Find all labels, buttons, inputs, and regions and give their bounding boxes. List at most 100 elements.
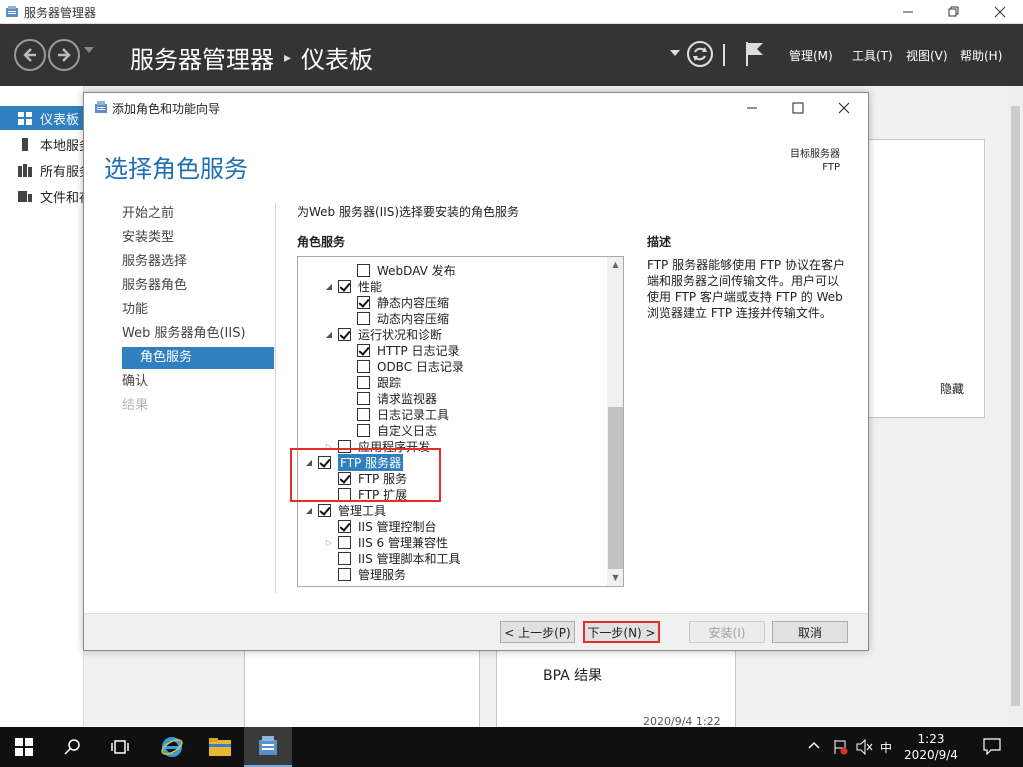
folder-icon: [209, 738, 231, 756]
scrollbar-thumb[interactable]: [608, 407, 623, 569]
step-role-services[interactable]: 角色服务: [122, 347, 274, 369]
menu-tools[interactable]: 工具(T): [852, 47, 893, 64]
role-services-tree[interactable]: WebDAV 发布 ◢ 性能 静态内容压缩 动态内容压缩 ◢ 运行状况和诊断 HTTP 日志记…: [297, 256, 624, 587]
tree-item[interactable]: HTTP 日志记录: [343, 342, 460, 358]
next-button[interactable]: 下一步(N) >: [583, 621, 660, 643]
search-button[interactable]: [48, 727, 96, 767]
show-hidden-icons[interactable]: [808, 739, 820, 753]
tree-item[interactable]: 请求监视器: [343, 390, 437, 406]
tree-checkbox[interactable]: [338, 551, 351, 565]
history-dropdown[interactable]: [84, 46, 94, 57]
forward-button[interactable]: [48, 39, 80, 71]
wizard-close-button[interactable]: [821, 93, 867, 123]
internet-explorer-icon: [161, 737, 183, 757]
tree-checkbox[interactable]: [338, 567, 351, 581]
search-icon: [64, 739, 80, 755]
minimize-button[interactable]: [885, 0, 931, 24]
tree-item[interactable]: ODBC 日志记录: [343, 358, 464, 374]
collapse-triangle-icon[interactable]: ▷: [324, 538, 334, 547]
sidebar-item-file-storage[interactable]: 文件和存储服务: [0, 184, 84, 208]
tree-item[interactable]: ◢ 性能: [324, 278, 382, 294]
tree-checkbox[interactable]: [338, 519, 351, 533]
tree-item[interactable]: ◢ 运行状况和诊断: [324, 326, 442, 342]
flag-icon: [834, 740, 848, 755]
tree-item[interactable]: 动态内容压缩: [343, 310, 449, 326]
step-server-roles[interactable]: 服务器角色: [122, 275, 274, 297]
tree-item[interactable]: ◢ 管理工具: [304, 502, 386, 518]
step-features[interactable]: 功能: [122, 299, 274, 321]
taskbar-server-manager[interactable]: [244, 727, 292, 767]
scroll-down-button[interactable]: ▼: [607, 570, 623, 586]
tree-item[interactable]: 静态内容压缩: [343, 294, 449, 310]
tree-item[interactable]: ▷ IIS 6 管理兼容性: [324, 534, 448, 550]
tree-scrollbar[interactable]: ▲ ▼: [607, 257, 623, 586]
bpa-results-label[interactable]: BPA 结果: [543, 665, 602, 685]
ime-indicator[interactable]: 中: [880, 739, 892, 756]
breadcrumb-separator: ▸: [284, 49, 292, 66]
tree-item[interactable]: 日志记录工具: [343, 406, 449, 422]
sidebar-item-all-servers[interactable]: 所有服务器: [0, 158, 84, 182]
notifications-button[interactable]: [983, 737, 1001, 758]
scroll-up-button[interactable]: ▲: [607, 257, 623, 273]
tree-item[interactable]: WebDAV 发布: [343, 262, 456, 278]
expand-triangle-icon[interactable]: ◢: [304, 506, 314, 515]
tree-item-label: 动态内容压缩: [377, 311, 450, 326]
sidebar-item-local-server[interactable]: 本地服务器: [0, 132, 84, 156]
volume-button[interactable]: [856, 738, 874, 758]
step-confirmation[interactable]: 确认: [122, 371, 274, 393]
tree-item[interactable]: 跟踪: [343, 374, 401, 390]
cancel-button[interactable]: 取消: [772, 621, 848, 643]
tree-checkbox[interactable]: [357, 407, 370, 421]
tree-checkbox[interactable]: [338, 327, 351, 341]
sidebar-item-dashboard[interactable]: 仪表板: [0, 106, 84, 130]
step-before-you-begin[interactable]: 开始之前: [122, 203, 274, 225]
refresh-button[interactable]: [686, 40, 714, 71]
notification-dropdown[interactable]: [670, 46, 680, 60]
close-button[interactable]: [977, 0, 1023, 24]
tree-checkbox[interactable]: [357, 295, 370, 309]
hide-link[interactable]: 隐藏: [940, 380, 964, 397]
flag-button[interactable]: [744, 40, 766, 71]
tree-item-label: 管理工具: [338, 503, 387, 518]
tree-item[interactable]: 自定义日志: [343, 422, 437, 438]
expand-triangle-icon[interactable]: ◢: [324, 330, 334, 339]
step-server-selection[interactable]: 服务器选择: [122, 251, 274, 273]
back-button[interactable]: [14, 39, 46, 71]
task-view-button[interactable]: [96, 727, 144, 767]
start-button[interactable]: [0, 727, 48, 767]
scrollbar-thumb[interactable]: [1011, 106, 1020, 706]
tree-checkbox[interactable]: [357, 375, 370, 389]
tree-checkbox[interactable]: [357, 391, 370, 405]
tree-item-label: 管理服务: [358, 567, 407, 582]
taskbar-file-explorer[interactable]: [196, 727, 244, 767]
tree-item[interactable]: IIS 管理脚本和工具: [324, 550, 461, 566]
tree-checkbox[interactable]: [357, 423, 370, 437]
main-scrollbar[interactable]: [1008, 86, 1023, 726]
step-installation-type[interactable]: 安装类型: [122, 227, 274, 249]
menu-view[interactable]: 视图(V): [906, 47, 948, 64]
tree-item[interactable]: IIS 管理控制台: [324, 518, 437, 534]
tree-checkbox[interactable]: [357, 263, 370, 277]
expand-triangle-icon[interactable]: ◢: [324, 282, 334, 291]
tree-checkbox[interactable]: [357, 311, 370, 325]
prev-button[interactable]: < 上一步(P): [500, 621, 575, 643]
tree-checkbox[interactable]: [338, 279, 351, 293]
system-clock[interactable]: 1:23 2020/9/4: [894, 731, 968, 763]
restore-icon: [948, 6, 959, 17]
tree-checkbox[interactable]: [357, 343, 370, 357]
tree-checkbox[interactable]: [318, 503, 331, 517]
wizard-minimize-button[interactable]: [729, 93, 775, 123]
description-label: 描述: [647, 235, 672, 249]
action-center-flag[interactable]: [832, 739, 848, 758]
tree-checkbox[interactable]: [357, 359, 370, 373]
arrow-right-icon: [58, 48, 71, 62]
tree-item[interactable]: 管理服务: [324, 566, 406, 582]
taskbar-ie[interactable]: [148, 727, 196, 767]
wizard-maximize-button[interactable]: [775, 93, 821, 123]
step-web-server-role[interactable]: Web 服务器角色(IIS): [122, 323, 274, 345]
menu-help[interactable]: 帮助(H): [960, 47, 1002, 64]
menu-manage[interactable]: 管理(M): [789, 47, 833, 64]
tree-checkbox[interactable]: [338, 535, 351, 549]
restore-button[interactable]: [931, 0, 977, 24]
clock-time: 1:23: [917, 732, 945, 746]
